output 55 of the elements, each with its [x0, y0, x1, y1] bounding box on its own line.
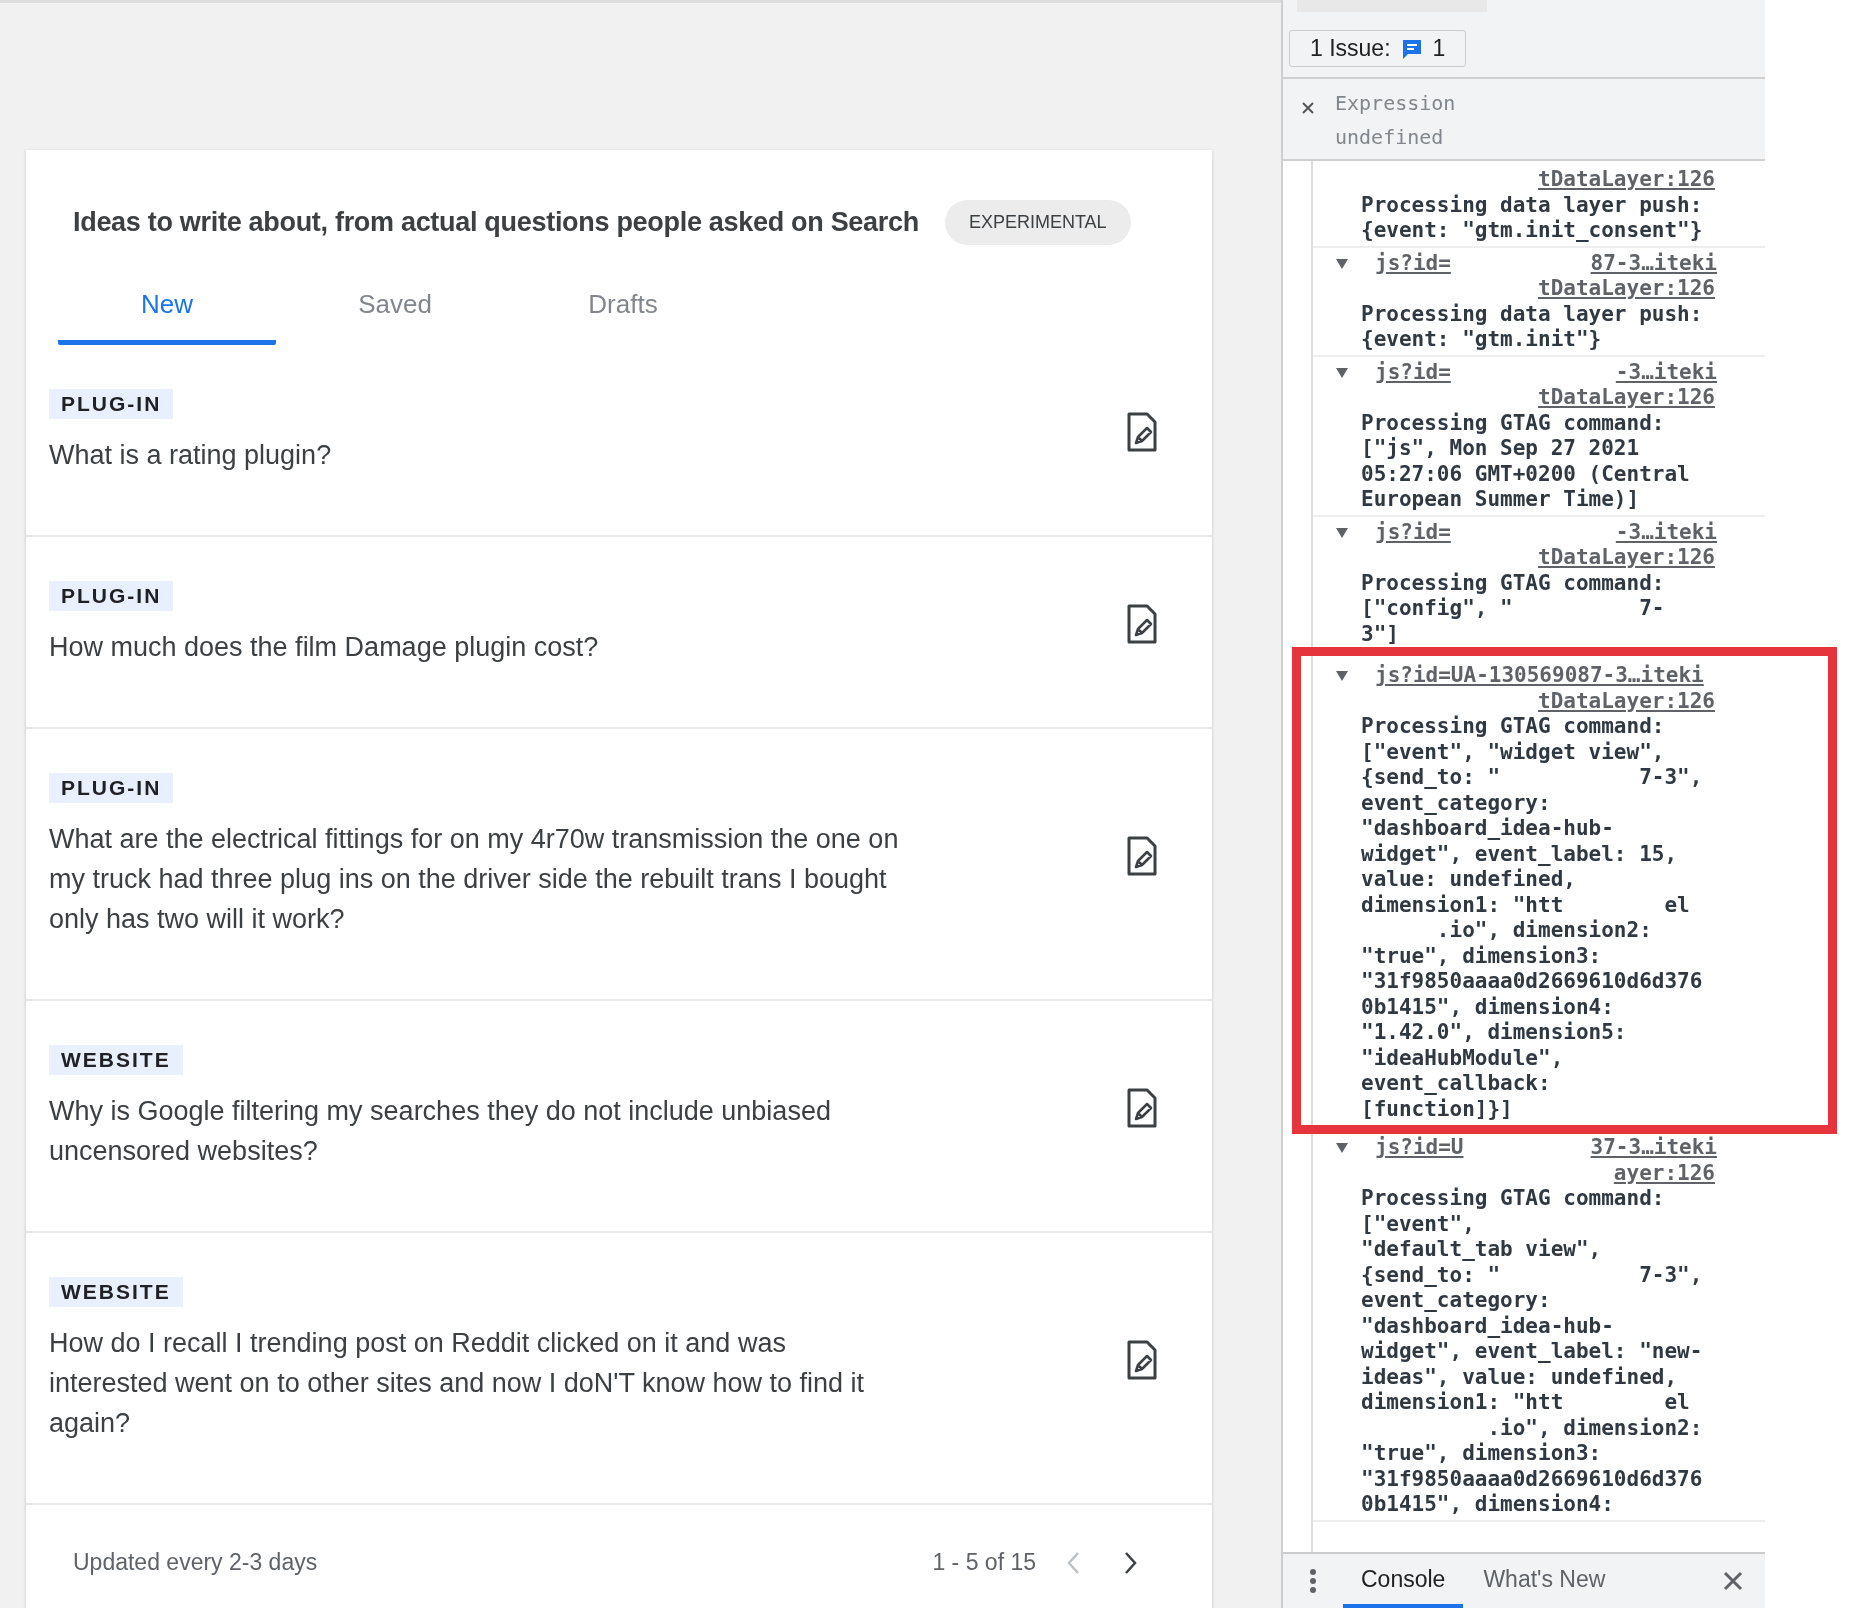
expression-name[interactable]: Expression — [1335, 91, 1456, 115]
expand-triangle-icon[interactable] — [1335, 526, 1349, 539]
idea-question: Why is Google filtering my searches they do not include unbiased uncensored websites? — [49, 1095, 832, 1168]
close-icon[interactable] — [1301, 101, 1315, 115]
log-message: Processing GTAG command: ["event", "default_tab view", {send_to: " 7-3", event_category: "dashboard_idea-hub- widget", event_label: "new- ideas", value: undefined, dimension1: "htt el .io", dimension2: "true", dimension3: "31f9850aaaa0d2669610d6d376 0b1415", dimension4: — [1361, 1186, 1704, 1518]
idea-question: What is a rating plugin? — [49, 439, 332, 472]
idea-tag: PLUG-IN — [49, 389, 174, 419]
expression-value: undefined — [1335, 125, 1445, 149]
idea-tag: PLUG-IN — [49, 581, 174, 611]
more-options-icon[interactable] — [1309, 1568, 1317, 1594]
update-note: Updated every 2-3 days — [73, 1549, 319, 1576]
source-link[interactable]: js?id=UA-130569087-3…iteki — [1375, 663, 1717, 689]
idea-question: What are the electrical fittings for on my 4r70w transmission the one on my truck had three plug ins on the driver side the rebuilt trans I bought only has two will it work? — [49, 823, 900, 936]
source-link[interactable]: js?id= -3…iteki — [1375, 519, 1717, 545]
expand-triangle-icon[interactable] — [1335, 1142, 1349, 1154]
next-page-icon[interactable] — [1124, 1550, 1138, 1575]
source-link[interactable]: js?id= 87-3…iteki — [1375, 250, 1717, 276]
expand-triangle-icon[interactable] — [1335, 670, 1349, 682]
idea-question: How much does the film Damage plugin cost? — [49, 631, 599, 664]
source-location-link[interactable]: tDataLayer:126 — [1538, 167, 1715, 193]
idea-tag: WEBSITE — [49, 1277, 183, 1307]
source-link[interactable]: js?id=U 37-3…iteki — [1375, 1135, 1717, 1161]
idea-tag: WEBSITE — [49, 1045, 183, 1075]
source-location-link[interactable]: tDataLayer:126 — [1538, 545, 1715, 571]
expand-triangle-icon[interactable] — [1335, 257, 1349, 270]
source-location-link[interactable]: ayer:126 — [1613, 1160, 1715, 1186]
page-range: 1 - 5 of 15 — [932, 1549, 1036, 1576]
drawer-tab[interactable]: What's New — [1465, 1554, 1624, 1608]
document-pencil-icon[interactable] — [1126, 412, 1158, 452]
source-location-link[interactable]: tDataLayer:126 — [1538, 385, 1715, 411]
document-pencil-icon[interactable] — [1126, 604, 1158, 644]
document-pencil-icon[interactable] — [1126, 836, 1158, 876]
log-message: Processing data layer push: {event: "gtm.init"} — [1361, 301, 1704, 353]
source-link[interactable]: js?id= -3…iteki — [1375, 359, 1717, 385]
experimental-badge: EXPERIMENTAL — [944, 200, 1131, 245]
tab[interactable]: Drafts — [514, 275, 732, 345]
log-message: Processing GTAG command: ["event", "widget view", {send_to: " 7-3", event_category: "dashboard_idea-hub- widget", event_label: 15, value: undefined, dimension1: "htt el .io", dimension2: "true", dimension3: "31f9850aaaa0d2669610d6d376 0b1415", dimension4: "1.42.0", dimension5: "ideaHubModule", event_callback: [function]}] — [1361, 714, 1704, 1122]
tab[interactable]: New — [58, 275, 276, 345]
source-location-link[interactable]: tDataLayer:126 — [1538, 276, 1715, 302]
source-location-link[interactable]: tDataLayer:126 — [1538, 688, 1715, 714]
log-message: Processing GTAG command: ["js", Mon Sep 27 2021 05:27:06 GMT+0200 (Central European Summer Time)] — [1361, 410, 1691, 513]
close-icon[interactable] — [1723, 1571, 1743, 1591]
issues-button[interactable]: 1 Issue: 1 — [1289, 30, 1467, 67]
document-pencil-icon[interactable] — [1126, 1340, 1158, 1380]
expand-triangle-icon[interactable] — [1335, 366, 1349, 379]
card-title: Ideas to write about, from actual questions people asked on Search — [73, 207, 919, 238]
log-message: Processing data layer push: {event: "gtm.init_consent"} — [1361, 192, 1704, 244]
log-message: Processing GTAG command: ["config", " 7- 3"] — [1361, 570, 1666, 647]
document-pencil-icon[interactable] — [1126, 1088, 1158, 1128]
idea-tag: PLUG-IN — [49, 773, 174, 803]
idea-question: How do I recall I trending post on Reddit clicked on it and was interested went on to other sites and now I doN'T know how to find it again? — [49, 1327, 866, 1440]
issue-count: 1 — [1432, 35, 1446, 62]
drawer-tab[interactable]: Console — [1343, 1554, 1464, 1608]
message-icon — [1400, 37, 1423, 60]
tab[interactable]: Saved — [286, 275, 504, 345]
